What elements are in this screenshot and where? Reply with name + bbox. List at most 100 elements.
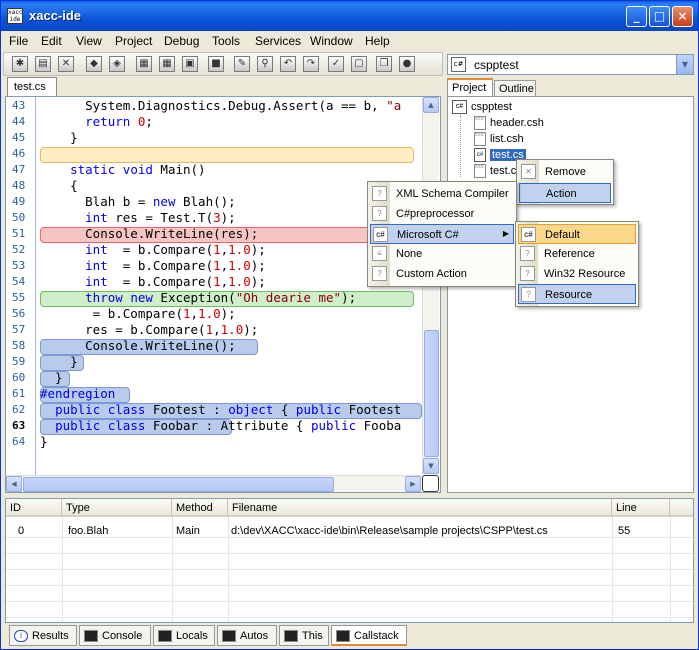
line-number: 47 — [12, 163, 26, 176]
info-icon: i — [14, 630, 28, 643]
menu-bar: File Edit View Project Debug Tools Servi… — [1, 31, 698, 51]
paste-icon[interactable]: ● — [399, 56, 415, 72]
build-icon[interactable]: ▦ — [136, 56, 152, 72]
column-method[interactable]: Method — [172, 499, 228, 517]
undo-icon[interactable]: ↶ — [280, 56, 296, 72]
tree-item-test-c[interactable]: ≡≡≡ test.c — [474, 164, 516, 178]
checkin-icon[interactable]: ✓ — [328, 56, 344, 72]
find-icon[interactable]: ⚲ — [257, 56, 273, 72]
tab-this[interactable]: This — [279, 625, 329, 646]
vertical-scroll-thumb[interactable] — [424, 330, 439, 457]
new-file-icon[interactable]: ✱ — [12, 56, 28, 72]
close-file-icon[interactable]: ✕ — [58, 56, 74, 72]
code-line: #endregion — [40, 386, 116, 401]
code-line: int = b.Compare(1,1.0); — [85, 242, 266, 257]
menu-debug[interactable]: Debug — [164, 34, 199, 48]
menu-item-remove[interactable]: ✕ Remove — [519, 162, 611, 182]
menu-item-csharp-preprocessor[interactable]: ? C#preprocessor — [370, 204, 514, 224]
tree-root[interactable]: c# cspptest — [452, 100, 512, 114]
tab-locals[interactable]: Locals — [153, 625, 215, 646]
menu-item-custom-action[interactable]: ? Custom Action — [370, 264, 514, 284]
panel-splitter[interactable] — [5, 494, 694, 497]
editor-tabs: test.cs — [5, 77, 443, 97]
run-icon[interactable]: ▣ — [182, 56, 198, 72]
tab-autos[interactable]: Autos — [217, 625, 277, 646]
menu-view[interactable]: View — [76, 34, 102, 48]
code-line: static void Main() — [70, 162, 206, 177]
code-editor[interactable]: 43 System.Diagnostics.Debug.Assert(a == … — [5, 96, 441, 493]
save-icon[interactable]: ◆ — [86, 56, 102, 72]
tab-test-cs[interactable]: test.cs — [7, 77, 57, 97]
copy-icon[interactable]: ❐ — [376, 56, 392, 72]
tree-item-list-csh[interactable]: ≡≡≡ list.csh — [474, 132, 524, 146]
csharp-file-icon: c# — [474, 148, 486, 162]
horizontal-scrollbar[interactable]: ◀ ▶ — [6, 475, 422, 492]
scroll-up-icon[interactable]: ▲ — [423, 97, 439, 113]
scroll-right-icon[interactable]: ▶ — [405, 476, 421, 492]
title-bar[interactable]: xacc ide xacc-ide _ □ × — [1, 1, 698, 31]
code-line: Console.WriteLine(); — [40, 338, 236, 353]
menu-item-default[interactable]: c# Default — [518, 224, 636, 244]
column-line[interactable]: Line — [612, 499, 670, 517]
menu-item-reference[interactable]: ? Reference — [518, 244, 636, 264]
menu-services[interactable]: Services — [255, 34, 301, 48]
minimize-button[interactable]: _ — [626, 6, 647, 27]
tab-results[interactable]: i Results — [9, 625, 77, 646]
code-line: Blah b = new Blah(); — [40, 194, 236, 209]
scroll-left-icon[interactable]: ◀ — [6, 476, 22, 492]
line-number: 61 — [12, 387, 26, 400]
menu-edit[interactable]: Edit — [41, 34, 62, 48]
menu-item-none[interactable]: ≡ None — [370, 244, 514, 264]
console-icon — [222, 630, 236, 643]
horizontal-scroll-thumb[interactable] — [23, 477, 334, 492]
chevron-down-icon[interactable]: ▼ — [676, 55, 693, 74]
checkout-icon[interactable]: ▢ — [351, 56, 367, 72]
line-number: 49 — [12, 195, 26, 208]
menu-item-xml-schema-compiler[interactable]: ? XML Schema Compiler — [370, 184, 514, 204]
window-title: xacc-ide — [29, 8, 82, 23]
column-id[interactable]: ID — [6, 499, 62, 517]
csharp-submenu: c# Default ? Reference ? Win32 Resource ? Re… — [515, 221, 639, 307]
menu-item-resource[interactable]: ? Resource — [518, 284, 636, 304]
grid-line — [6, 569, 693, 570]
grid-line — [172, 517, 173, 622]
unknown-file-icon: ? — [520, 266, 535, 281]
line-number: 57 — [12, 323, 26, 336]
menu-item-win32-resource[interactable]: ? Win32 Resource — [518, 264, 636, 284]
close-button[interactable]: × — [672, 6, 693, 27]
line-number: 63 — [12, 419, 26, 432]
cell-filename: d:\dev\XACC\xacc-ide\bin\Release\sample … — [231, 525, 548, 537]
main-toolbar: ✱ ▤ ✕ ◆ ◈ ▦ ▦ ▣ ■ ✎ ⚲ ↶ ↷ ✓ ▢ ❐ ● — [3, 52, 443, 76]
line-number: 60 — [12, 371, 26, 384]
column-type[interactable]: Type — [62, 499, 172, 517]
build-project-icon[interactable]: ▦ — [159, 56, 175, 72]
menu-help[interactable]: Help — [365, 34, 390, 48]
line-number: 51 — [12, 227, 26, 240]
tab-project[interactable]: Project — [447, 78, 493, 98]
scroll-down-icon[interactable]: ▼ — [423, 458, 439, 474]
project-selector[interactable]: c# cspptest ▼ — [447, 54, 694, 75]
open-file-icon[interactable]: ▤ — [35, 56, 51, 72]
maximize-button[interactable]: □ — [649, 6, 670, 27]
tree-item-header-csh[interactable]: ≡≡≡ header.csh — [474, 116, 544, 130]
scroll-corner — [422, 475, 439, 492]
submenu-arrow-icon: ▶ — [502, 229, 509, 238]
console-icon[interactable]: ■ — [208, 56, 224, 72]
menu-file[interactable]: File — [9, 34, 28, 48]
tab-console[interactable]: Console — [79, 625, 151, 646]
menu-window[interactable]: Window — [310, 34, 353, 48]
line-number: 55 — [12, 291, 26, 304]
menu-tools[interactable]: Tools — [212, 34, 240, 48]
redo-icon[interactable]: ↷ — [303, 56, 319, 72]
tab-callstack[interactable]: Callstack — [331, 625, 407, 646]
menu-item-action[interactable]: Action — [519, 183, 611, 203]
column-filename[interactable]: Filename — [228, 499, 612, 517]
callstack-panel[interactable]: ID Type Method Filename Line 0 foo.Blah … — [5, 498, 694, 623]
save-all-icon[interactable]: ◈ — [109, 56, 125, 72]
line-number: 56 — [12, 307, 26, 320]
code-line: int res = Test.T(3); — [85, 210, 236, 225]
menu-project[interactable]: Project — [115, 34, 152, 48]
menu-item-microsoft-csharp[interactable]: c# Microsoft C# ▶ — [370, 224, 514, 244]
console-icon — [336, 630, 350, 643]
wrench-icon[interactable]: ✎ — [234, 56, 250, 72]
